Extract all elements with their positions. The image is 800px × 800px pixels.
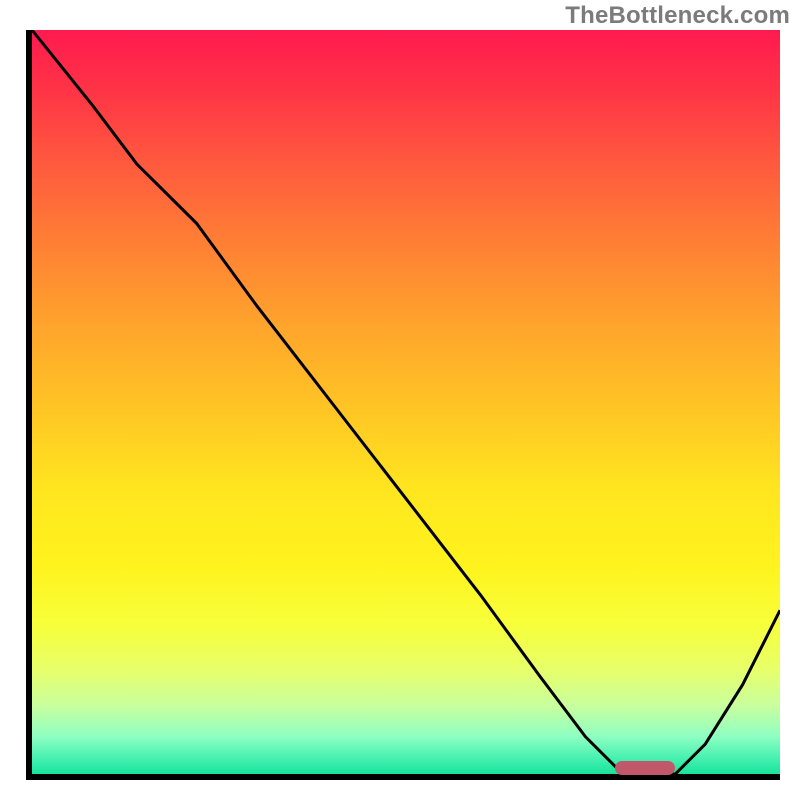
chart-plot-area — [26, 30, 780, 780]
watermark-text: TheBottleneck.com — [565, 2, 790, 30]
gradient-background — [32, 30, 780, 774]
optimal-marker — [615, 761, 675, 775]
